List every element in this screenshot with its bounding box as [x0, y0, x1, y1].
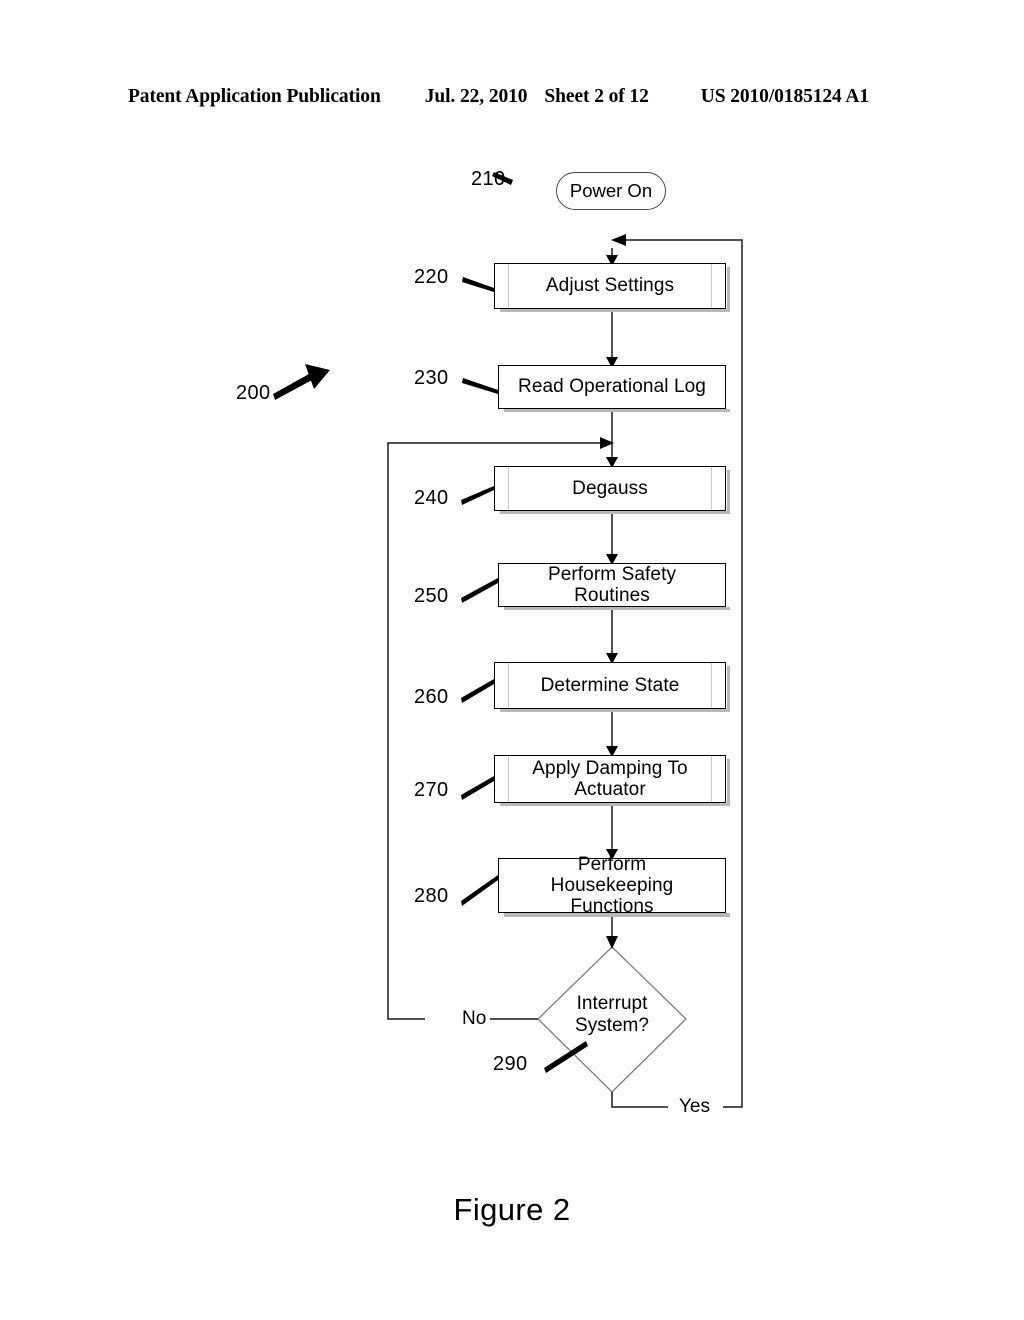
ref-numeral-230: 230: [414, 367, 449, 389]
decision-label-interrupt-system: Interrupt System?: [562, 993, 662, 1037]
box-shadow-side-260: [727, 666, 730, 712]
terminal-power-on: Power On: [556, 172, 666, 210]
process-label-apply-damping-line1: Apply Damping To: [532, 757, 688, 779]
box-shadow-side-240: [727, 470, 730, 514]
process-box-degauss: Degauss: [494, 466, 726, 511]
ref-numeral-280: 280: [414, 885, 449, 907]
leader-280: [461, 875, 498, 906]
ref-numeral-290: 290: [493, 1053, 528, 1075]
ref-numeral-260: 260: [414, 686, 449, 708]
figure-caption: Figure 2: [453, 1192, 571, 1227]
box-shadow-270: [500, 803, 730, 806]
process-label-housekeeping-line1: Perform Housekeeping: [550, 853, 674, 896]
decision-label-line2: System?: [575, 1015, 649, 1037]
process-label-read-operational-log: Read Operational Log: [518, 376, 706, 398]
process-label-degauss: Degauss: [572, 477, 648, 499]
process-box-perform-safety-routines: Perform Safety Routines: [498, 563, 726, 607]
box-shadow-side-220: [727, 267, 730, 311]
ref-numeral-270: 270: [414, 779, 449, 801]
flowchart-connector-layer: [273, 172, 743, 1108]
box-shadow-240: [500, 511, 730, 514]
ref-numeral-250: 250: [414, 585, 449, 607]
box-shadow-220: [500, 309, 730, 312]
leader-260: [461, 679, 494, 703]
box-shadow-250: [504, 607, 730, 610]
process-box-apply-damping-to-actuator: Apply Damping To Actuator: [494, 755, 726, 803]
leader-250: [461, 578, 498, 603]
ref-numeral-200: 200: [236, 382, 271, 404]
process-label-apply-damping-to-actuator: Apply Damping To Actuator: [516, 758, 703, 801]
diagram-ref-arrow-200: [273, 364, 330, 400]
ref-numeral-240: 240: [414, 487, 449, 509]
process-box-perform-housekeeping-functions: Perform Housekeeping Functions: [498, 854, 726, 917]
ref-numeral-210: 210: [471, 168, 506, 190]
ref-numeral-220: 220: [414, 266, 449, 288]
process-label-determine-state: Determine State: [540, 674, 680, 696]
leader-240: [461, 486, 494, 505]
process-label-adjust-settings: Adjust Settings: [545, 275, 675, 297]
arrowhead-yes-loop-left: [611, 234, 626, 246]
process-label-housekeeping-line2: Functions: [570, 896, 654, 918]
arrowhead-decision: [606, 936, 618, 949]
process-box-read-operational-log: Read Operational Log: [498, 365, 726, 409]
branch-label-yes: Yes: [675, 1096, 714, 1118]
process-label-perform-housekeeping-functions: Perform Housekeeping Functions: [499, 854, 725, 918]
process-label-perform-safety-routines: Perform Safety Routines: [547, 563, 677, 606]
box-shadow-260: [500, 709, 730, 712]
branch-label-no: No: [458, 1008, 491, 1030]
no-branch-loop-to-degauss: [387, 442, 600, 1020]
process-label-apply-damping-line2: Actuator: [574, 779, 646, 800]
decision-label-line1: Interrupt: [576, 993, 648, 1014]
leader-220: [462, 277, 494, 292]
process-box-determine-state: Determine State: [494, 662, 726, 709]
terminal-power-on-label: Power On: [569, 180, 653, 201]
leader-270: [461, 776, 494, 800]
process-box-adjust-settings: Adjust Settings: [494, 263, 726, 309]
box-shadow-side-270: [727, 759, 730, 806]
box-shadow-230: [504, 409, 730, 412]
patent-drawing-page: Patent Application Publication Jul. 22, …: [0, 0, 1024, 1320]
yes-branch-bottom-segment: [611, 1092, 668, 1108]
leader-230: [462, 378, 498, 394]
